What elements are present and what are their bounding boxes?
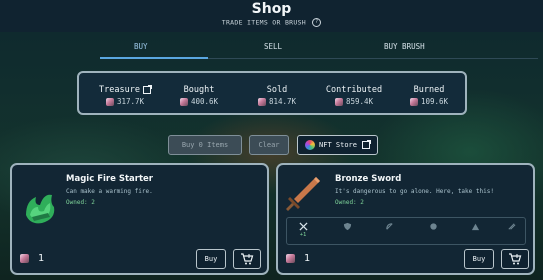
add-to-cart-button[interactable] <box>233 249 261 269</box>
buy-button[interactable]: Buy <box>196 249 226 269</box>
brush-gem-icon <box>179 98 188 106</box>
tab-sell[interactable]: SELL <box>264 42 282 51</box>
speed-stat <box>501 222 521 231</box>
defense-stat <box>337 222 357 231</box>
help-icon[interactable]: ? <box>312 18 322 27</box>
item-card-bronze-sword: Bronze Sword It's dangerous to go alone.… <box>276 163 535 275</box>
item-owned: Owned: 2 <box>335 199 364 206</box>
magic-stat <box>423 222 443 231</box>
magic-orb-icon <box>429 223 437 230</box>
ranged-stat <box>379 222 399 231</box>
header: Shop TRADE ITEMS OR BRUSH ? <box>0 0 543 32</box>
clear-button[interactable]: Clear <box>249 135 289 155</box>
tab-bar: BUY SELL BUY BRUSH <box>100 38 540 60</box>
cart-icon <box>241 253 254 265</box>
tab-buy[interactable]: BUY <box>134 42 148 51</box>
item-price: 1 <box>286 253 310 264</box>
active-tab-indicator <box>100 57 208 59</box>
melee-stat: +1 <box>293 222 313 238</box>
fire-starter-icon <box>26 194 55 224</box>
stat-bonus: +1 <box>299 232 307 238</box>
brush-gem-icon <box>409 98 418 106</box>
stat-contributed: Contributed 859.4K <box>325 85 383 106</box>
brush-gem-icon <box>20 253 29 263</box>
stat-bought: Bought 400.6K <box>171 85 227 106</box>
page-title: Shop <box>251 1 292 17</box>
buy-button[interactable]: Buy <box>464 249 494 269</box>
bow-icon <box>385 223 393 230</box>
item-stats-strip: +1 <box>286 217 526 245</box>
health-icon <box>471 223 479 231</box>
item-description: It's dangerous to go alone. Here, take t… <box>335 188 494 195</box>
item-card-magic-fire-starter: Magic Fire Starter Can make a warming fi… <box>10 163 269 275</box>
brush-gem-icon <box>257 98 266 106</box>
brush-gem-icon <box>334 98 343 106</box>
shield-icon <box>343 222 351 231</box>
brush-gem-icon <box>105 98 114 106</box>
brush-gem-icon <box>286 253 295 263</box>
item-name: Magic Fire Starter <box>66 174 153 184</box>
external-link-icon <box>361 140 371 149</box>
item-owned: Owned: 2 <box>66 199 95 206</box>
nft-store-button[interactable]: NFT Store <box>297 135 378 155</box>
buy-items-button[interactable]: Buy 0 Items <box>168 135 242 155</box>
tab-buy-brush[interactable]: BUY BRUSH <box>384 42 425 51</box>
stat-burned: Burned 109.6K <box>401 85 457 106</box>
stats-panel: Treasure 317.7K Bought 400.6K Sold 814.7… <box>77 71 467 115</box>
bronze-sword-icon <box>286 177 320 211</box>
health-stat <box>465 222 485 231</box>
speed-icon <box>507 223 515 230</box>
tab-divider <box>208 58 538 59</box>
item-description: Can make a warming fire. <box>66 188 153 195</box>
cart-icon <box>509 253 522 265</box>
crossed-swords-icon <box>298 222 308 231</box>
nft-logo-icon <box>305 140 316 150</box>
stat-treasure: Treasure 317.7K <box>93 84 157 106</box>
page-subtitle: TRADE ITEMS OR BRUSH ? <box>0 18 543 27</box>
item-name: Bronze Sword <box>335 174 402 184</box>
external-link-icon[interactable] <box>142 84 152 94</box>
item-price: 1 <box>20 253 44 264</box>
add-to-cart-button[interactable] <box>501 249 529 269</box>
stat-sold: Sold 814.7K <box>249 85 305 106</box>
